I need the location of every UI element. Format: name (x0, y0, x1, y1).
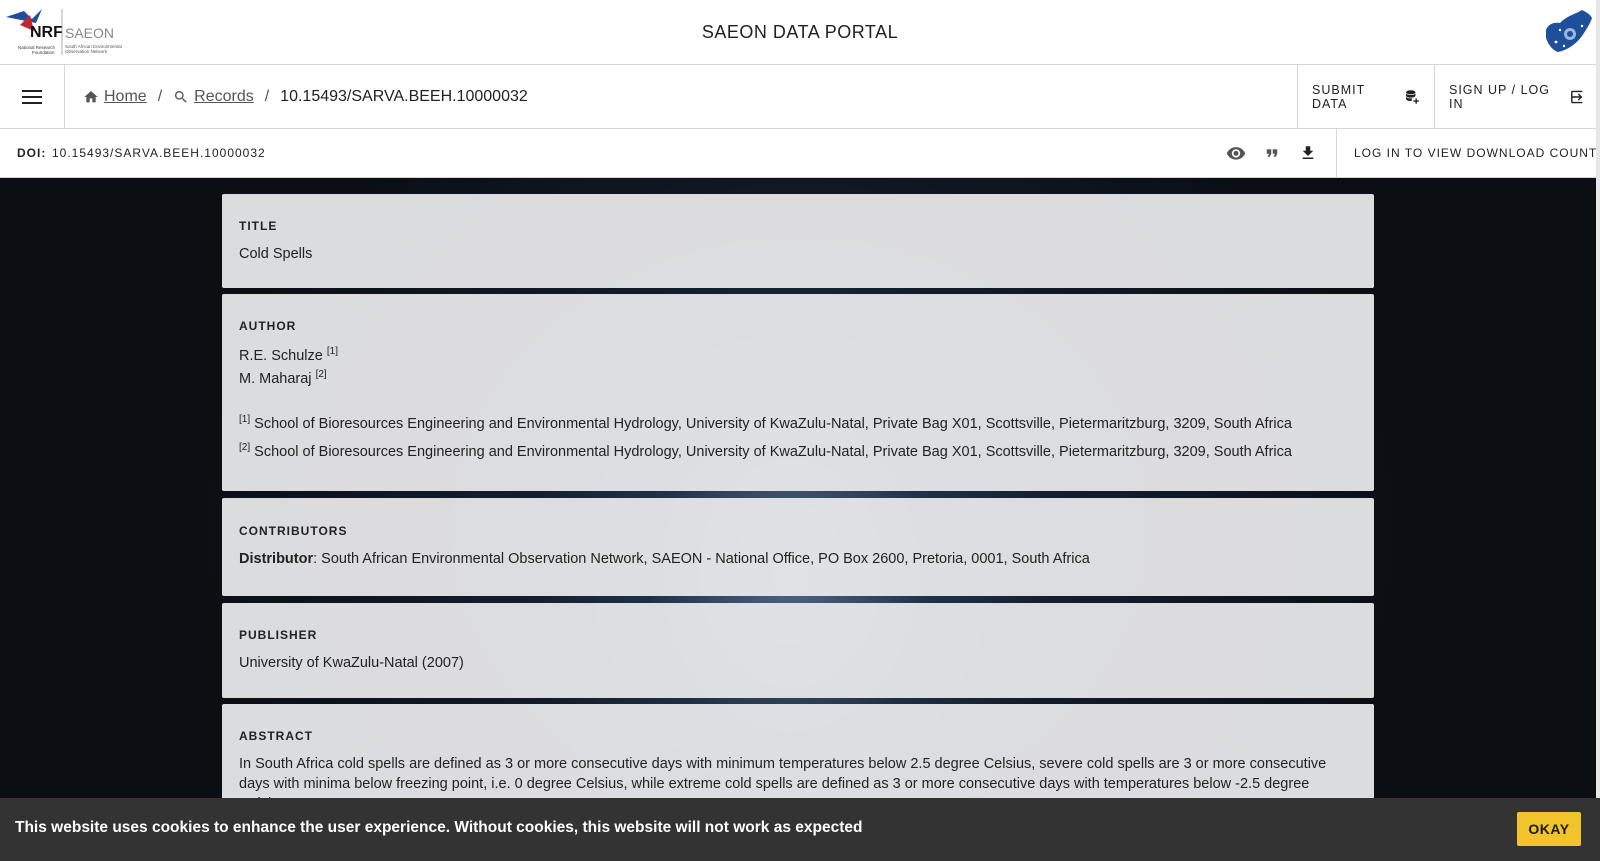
download-count-login-link[interactable]: LOG IN TO VIEW DOWNLOAD COUNT (1336, 129, 1600, 177)
download-icon (1302, 146, 1314, 159)
contributors-label: CONTRIBUTORS (239, 524, 348, 538)
doi-toolbar: DOI: 10.15493/SARVA.BEEH.10000032 LOG IN… (0, 129, 1600, 178)
search-icon (175, 90, 187, 103)
breadcrumb-separator: / (264, 87, 270, 105)
author-entry: M. Maharaj [2] (239, 369, 327, 387)
contributor-details: : South African Environmental Observatio… (313, 551, 1090, 567)
login-icon (1571, 90, 1583, 103)
author-label: AUTHOR (239, 319, 297, 333)
affiliation-text: School of Bioresources Engineering and E… (254, 444, 1292, 460)
quote-icon (1266, 149, 1278, 157)
sign-up-log-in-button[interactable]: SIGN UP / LOG IN (1434, 65, 1600, 128)
affiliation-ref: [1] (239, 414, 251, 425)
doi-label: DOI: (17, 146, 47, 160)
affiliation-ref: [2] (239, 442, 251, 453)
home-icon (84, 90, 98, 102)
cookie-accept-button[interactable]: OKAY (1517, 812, 1581, 846)
portal-title: SAEON DATA PORTAL (701, 22, 899, 42)
publisher-card: PUBLISHER University of KwaZulu-Natal (2… (222, 603, 1374, 698)
author-ref: [2] (315, 369, 327, 380)
svg-text:Observation Network: Observation Network (65, 49, 108, 54)
author-ref: [1] (326, 346, 338, 357)
south-africa-map-logo[interactable] (1540, 8, 1596, 56)
preview-button[interactable] (1224, 141, 1248, 165)
hamburger-menu-icon (22, 89, 42, 104)
cookie-banner: This website uses cookies to enhance the… (0, 798, 1600, 861)
cookie-message: This website uses cookies to enhance the… (15, 819, 863, 836)
eye-icon (1226, 147, 1246, 160)
affiliation-entry: [2] School of Bioresources Engineering a… (239, 442, 1292, 460)
publisher-label: PUBLISHER (239, 628, 318, 642)
author-name: M. Maharaj (239, 371, 312, 387)
navigation-bar: Home / Records / 10.15493/SARVA.BEEH.100… (0, 65, 1600, 129)
contributor-entry: Distributor: South African Environmental… (239, 551, 1090, 567)
breadcrumb-records-link[interactable]: Records (173, 88, 254, 106)
affiliation-text: School of Bioresources Engineering and E… (254, 416, 1292, 432)
download-button[interactable] (1296, 141, 1320, 165)
contributors-card: CONTRIBUTORS Distributor: South African … (222, 498, 1374, 596)
login-label: SIGN UP / LOG IN (1449, 82, 1550, 111)
publisher-value: University of KwaZulu-Natal (2007) (239, 655, 464, 671)
title-label: TITLE (239, 219, 278, 233)
breadcrumb: Home / Records / 10.15493/SARVA.BEEH.100… (83, 65, 528, 128)
abstract-label: ABSTRACT (239, 729, 313, 743)
author-entry: R.E. Schulze [1] (239, 346, 338, 364)
submit-data-button[interactable]: SUBMIT DATA (1297, 65, 1434, 128)
cite-button[interactable] (1260, 141, 1284, 165)
breadcrumb-home-link[interactable]: Home (83, 88, 147, 106)
author-name: R.E. Schulze (239, 348, 323, 364)
breadcrumb-records-label: Records (194, 87, 254, 105)
svg-text:Foundation: Foundation (32, 50, 55, 55)
title-value: Cold Spells (239, 246, 313, 262)
page-scrollbar[interactable] (1596, 0, 1600, 861)
title-card: TITLE Cold Spells (222, 194, 1374, 288)
breadcrumb-home-label: Home (104, 87, 147, 105)
submit-data-label: SUBMIT DATA (1312, 82, 1365, 111)
contributor-role: Distributor (239, 551, 314, 567)
site-header: NRF SAEON National Research Foundation S… (0, 0, 1600, 65)
database-add-icon (1405, 89, 1419, 104)
author-card: AUTHOR R.E. Schulze [1] M. Maharaj [2] [… (222, 294, 1374, 491)
doi-value: 10.15493/SARVA.BEEH.10000032 (52, 146, 266, 160)
breadcrumb-current-doi: 10.15493/SARVA.BEEH.10000032 (280, 87, 528, 105)
breadcrumb-separator: / (157, 87, 163, 105)
affiliation-entry: [1] School of Bioresources Engineering a… (239, 414, 1292, 432)
menu-button[interactable] (0, 65, 65, 128)
